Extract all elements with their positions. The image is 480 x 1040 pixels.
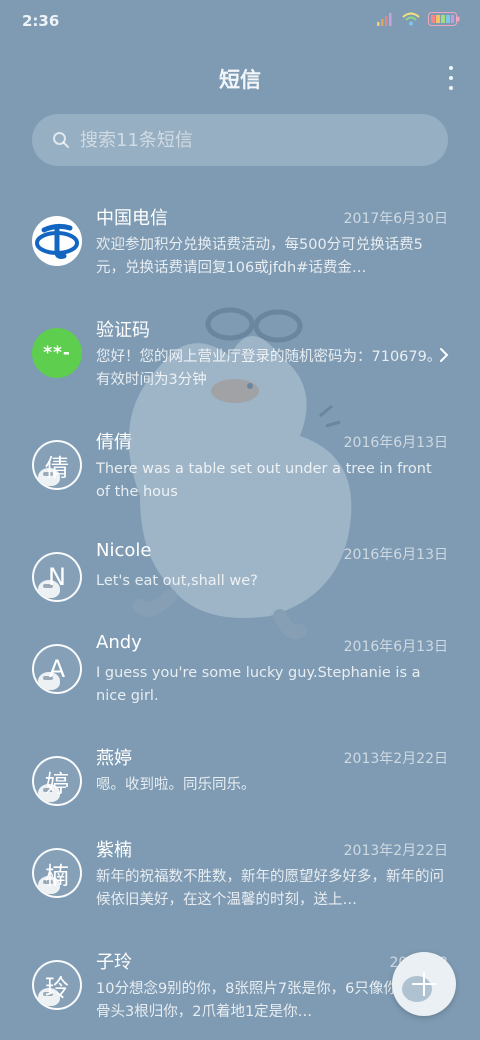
search-input[interactable] (80, 114, 430, 166)
conversation-preview: 欢迎参加积分兑换话费活动，每500分可兑换话费5元，兑换话费请回复106或jfd… (96, 237, 423, 276)
conversation-date: 2017年6月30日 (343, 211, 448, 227)
contact-avatar: A (32, 644, 82, 694)
conversation-date: 2013年2月22日 (343, 751, 448, 767)
chevron-right-icon[interactable] (438, 346, 450, 364)
avatar-text: **- (43, 343, 71, 363)
conversation-preview: 新年的祝福数不胜数，新年的愿望好多好多，新年的问候依旧美好，在这个温馨的时刻，送… (96, 869, 444, 908)
conversation-name: 中国电信 (96, 208, 168, 229)
wifi-icon (402, 12, 420, 26)
battery-icon (428, 12, 460, 26)
contact-avatar: 玲 (32, 960, 82, 1010)
contact-avatar: N (32, 552, 82, 602)
avatar-text: N (48, 563, 66, 591)
more-dot-icon (449, 76, 453, 80)
search-bar[interactable] (32, 114, 448, 166)
conversation-date: 2013年2月22日 (343, 843, 448, 859)
conversation-item-zinan[interactable]: 楠 紫楠 2013年2月22日 新年的祝福数不胜数，新年的愿望好多好多，新年的问… (0, 828, 480, 928)
conversation-date: 2016年6月13日 (343, 547, 448, 563)
conversation-preview: 您好！您的网上营业厅登录的随机密码为：710679。有效时间为3分钟 (96, 349, 442, 388)
conversation-name: 子玲 (96, 952, 132, 973)
app-header: 短信 (0, 60, 480, 100)
conversation-item-yanting[interactable]: 婷 燕婷 2013年2月22日 嗯。收到啦。同乐同乐。 (0, 736, 480, 836)
contact-avatar: 婷 (32, 756, 82, 806)
more-dot-icon (449, 66, 453, 70)
conversation-name: Nicole (96, 540, 152, 561)
signal-icon (377, 13, 392, 26)
conversation-name: 紫楠 (96, 840, 132, 861)
avatar-text: 婷 (45, 769, 69, 798)
new-message-button[interactable] (392, 952, 456, 1016)
conversation-name: 验证码 (96, 320, 150, 341)
china-telecom-logo-icon (32, 216, 82, 266)
status-icons (376, 12, 460, 26)
conversation-item-andy[interactable]: A Andy 2016年6月13日 I guess you're some lu… (0, 624, 480, 724)
conversation-preview: I guess you're some lucky guy.Stephanie … (96, 665, 421, 704)
search-icon (53, 132, 69, 148)
page-title: 短信 (219, 68, 261, 92)
more-dot-icon (449, 86, 453, 90)
avatar-text: A (48, 655, 66, 683)
conversation-date: 2016年6月13日 (343, 435, 448, 451)
plus-icon (423, 972, 425, 996)
conversation-item-verification-code[interactable]: **- 验证码 您好！您的网上营业厅登录的随机密码为：710679。有效时间为3… (0, 308, 480, 408)
avatar-text: 玲 (45, 973, 69, 1002)
conversation-item-qianqian[interactable]: 倩 倩倩 2016年6月13日 There was a table set ou… (0, 420, 480, 520)
contact-avatar: 楠 (32, 848, 82, 898)
more-options-button[interactable] (444, 66, 458, 90)
conversation-name: 燕婷 (96, 748, 132, 769)
avatar-text: 倩 (45, 453, 69, 482)
contact-avatar: 倩 (32, 440, 82, 490)
avatar-text: 楠 (45, 861, 69, 890)
conversation-name: Andy (96, 632, 142, 653)
conversation-date: 2016年6月13日 (343, 639, 448, 655)
duck-mascot-icon (402, 976, 432, 1002)
status-bar: 2:36 (0, 0, 480, 44)
conversation-name: 倩倩 (96, 432, 132, 453)
verification-code-avatar: **- (32, 328, 82, 378)
conversation-item-china-telecom[interactable]: 中国电信 2017年6月30日 欢迎参加积分兑换话费活动，每500分可兑换话费5… (0, 196, 480, 296)
conversation-preview: Let's eat out,shall we? (96, 573, 258, 589)
conversation-preview: There was a table set out under a tree i… (96, 461, 432, 500)
conversation-preview: 嗯。收到啦。同乐同乐。 (96, 777, 256, 793)
conversation-item-nicole[interactable]: N Nicole 2016年6月13日 Let's eat out,shall … (0, 532, 480, 632)
status-time: 2:36 (22, 12, 60, 30)
